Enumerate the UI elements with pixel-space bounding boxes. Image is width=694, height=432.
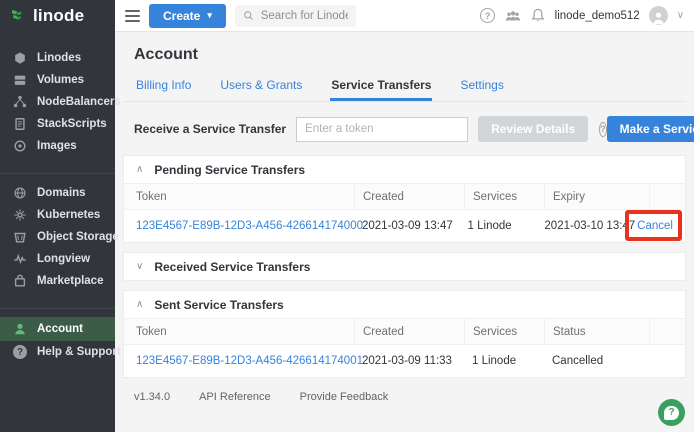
volumes-icon — [13, 73, 27, 87]
tab-billing-info[interactable]: Billing Info — [135, 74, 192, 101]
pending-panel-header[interactable]: ∧ Pending Service Transfers — [124, 156, 685, 183]
api-reference-link[interactable]: API Reference — [199, 391, 271, 403]
sidebar-item-linodes[interactable]: Linodes — [0, 47, 115, 69]
hamburger-menu-icon[interactable] — [125, 10, 140, 22]
page-footer: v1.34.0 API Reference Provide Feedback — [134, 391, 686, 403]
col-expiry: Expiry — [544, 184, 649, 209]
nav-group-compute: Linodes Volumes NodeBalancers StackScrip… — [0, 47, 115, 165]
sidebar-item-stackscripts[interactable]: StackScripts — [0, 113, 115, 135]
nav-group-services: Domains Kubernetes Object Storage Longvi… — [0, 173, 115, 300]
collapse-chevron-up-icon: ∧ — [136, 300, 143, 310]
col-services: Services — [464, 184, 544, 209]
col-created: Created — [354, 319, 464, 344]
account-tabs: Billing Info Users & Grants Service Tran… — [123, 74, 686, 102]
pending-token-link[interactable]: 123E4567-E89B-12D3-A456-426614174000 — [136, 220, 363, 232]
nav-group-account: Account ? Help & Support — [0, 308, 115, 371]
linode-logo[interactable]: linode — [0, 0, 115, 32]
pending-services: 1 Linode — [460, 220, 537, 232]
col-status: Status — [544, 319, 649, 344]
images-icon — [13, 139, 27, 153]
col-token: Token — [124, 191, 354, 203]
main-content: Account Billing Info Users & Grants Serv… — [115, 32, 694, 432]
sent-table-header: Token Created Services Status — [124, 318, 685, 345]
sidebar-item-account[interactable]: Account — [0, 317, 115, 341]
review-details-button[interactable]: Review Details — [478, 116, 588, 142]
receive-transfer-label: Receive a Service Transfer — [134, 122, 286, 136]
linode-logo-icon — [10, 8, 26, 24]
sidebar-item-nodebalancers[interactable]: NodeBalancers — [0, 91, 115, 113]
receive-transfer-row: Receive a Service Transfer Review Detail… — [134, 116, 686, 142]
sent-services: 1 Linode — [464, 355, 544, 367]
make-service-transfer-button[interactable]: Make a Service Transfer — [607, 116, 694, 142]
tab-service-transfers[interactable]: Service Transfers — [330, 74, 432, 101]
search-icon — [243, 9, 254, 22]
sent-panel-header[interactable]: ∧ Sent Service Transfers — [124, 291, 685, 318]
sidebar-item-images[interactable]: Images — [0, 135, 115, 157]
receive-help-icon[interactable]: ? — [599, 122, 607, 137]
version-link[interactable]: v1.34.0 — [134, 391, 170, 403]
community-people-icon — [505, 9, 521, 23]
logo-text: linode — [33, 6, 84, 26]
kubernetes-icon — [13, 208, 27, 222]
global-search[interactable] — [235, 5, 356, 27]
col-services: Services — [464, 319, 544, 344]
pending-created: 2021-03-09 13:47 — [354, 220, 460, 232]
marketplace-icon — [13, 274, 27, 288]
cancel-transfer-link[interactable]: Cancel — [637, 220, 673, 232]
sent-token-link[interactable]: 123E4567-E89B-12D3-A456-426614174001 — [136, 355, 363, 367]
sent-created: 2021-03-09 11:33 — [354, 355, 464, 367]
sidebar: linode Linodes Volumes NodeBalancers — [0, 0, 115, 432]
user-menu-chevron-down-icon[interactable]: ∨ — [677, 11, 684, 21]
col-token: Token — [124, 326, 354, 338]
sidebar-nav: Linodes Volumes NodeBalancers StackScrip… — [0, 32, 115, 371]
sidebar-item-volumes[interactable]: Volumes — [0, 69, 115, 91]
sidebar-item-longview[interactable]: Longview — [0, 248, 115, 270]
sidebar-item-kubernetes[interactable]: Kubernetes — [0, 204, 115, 226]
received-panel-header[interactable]: ∨ Received Service Transfers — [124, 253, 685, 280]
tab-users-grants[interactable]: Users & Grants — [219, 74, 303, 101]
create-chevron-down-icon: ▾ — [207, 10, 212, 21]
community-icon[interactable] — [505, 8, 521, 24]
page-title: Account — [134, 46, 686, 64]
object-storage-icon — [13, 230, 27, 244]
top-bar: Create ▾ ? — [115, 0, 694, 32]
sidebar-item-help-support[interactable]: ? Help & Support — [0, 341, 115, 363]
col-created: Created — [354, 184, 464, 209]
collapse-chevron-up-icon: ∧ — [136, 165, 143, 175]
pending-transfer-row: 123E4567-E89B-12D3-A456-426614174000 202… — [124, 210, 685, 242]
help-support-icon: ? — [13, 345, 27, 359]
username[interactable]: linode_demo512 — [555, 10, 640, 22]
sidebar-item-domains[interactable]: Domains — [0, 182, 115, 204]
nodebalancers-icon — [13, 95, 27, 109]
user-avatar[interactable] — [649, 6, 668, 25]
sidebar-item-marketplace[interactable]: Marketplace — [0, 270, 115, 292]
bell-icon — [531, 8, 545, 23]
provide-feedback-link[interactable]: Provide Feedback — [300, 391, 389, 403]
pending-table-header: Token Created Services Expiry — [124, 183, 685, 210]
collapse-chevron-down-icon: ∨ — [136, 262, 143, 272]
sent-transfers-panel: ∧ Sent Service Transfers Token Created S… — [123, 290, 686, 378]
help-fab-button[interactable]: ? — [658, 399, 685, 426]
col-action — [649, 184, 685, 209]
pending-transfers-panel: ∧ Pending Service Transfers Token Create… — [123, 155, 686, 243]
longview-icon — [13, 252, 27, 266]
sent-transfer-row: 123E4567-E89B-12D3-A456-426614174001 202… — [124, 345, 685, 377]
domains-icon — [13, 186, 27, 200]
stackscripts-icon — [13, 117, 27, 131]
sent-status: Cancelled — [544, 355, 649, 367]
sidebar-item-object-storage[interactable]: Object Storage — [0, 226, 115, 248]
header-help-icon[interactable]: ? — [480, 8, 496, 24]
search-input[interactable] — [261, 10, 349, 22]
token-input[interactable] — [296, 117, 468, 142]
pending-expiry: 2021-03-10 13:47 — [536, 220, 637, 232]
linodes-icon — [13, 51, 27, 65]
notifications-bell-icon[interactable] — [530, 8, 546, 24]
app-window: linode Linodes Volumes NodeBalancers — [0, 0, 694, 432]
avatar-person-icon — [651, 10, 666, 25]
create-button[interactable]: Create ▾ — [149, 4, 226, 28]
help-bubble-icon: ? — [664, 406, 679, 420]
account-person-icon — [13, 322, 27, 336]
tab-settings[interactable]: Settings — [459, 74, 504, 101]
received-transfers-panel: ∨ Received Service Transfers — [123, 252, 686, 281]
